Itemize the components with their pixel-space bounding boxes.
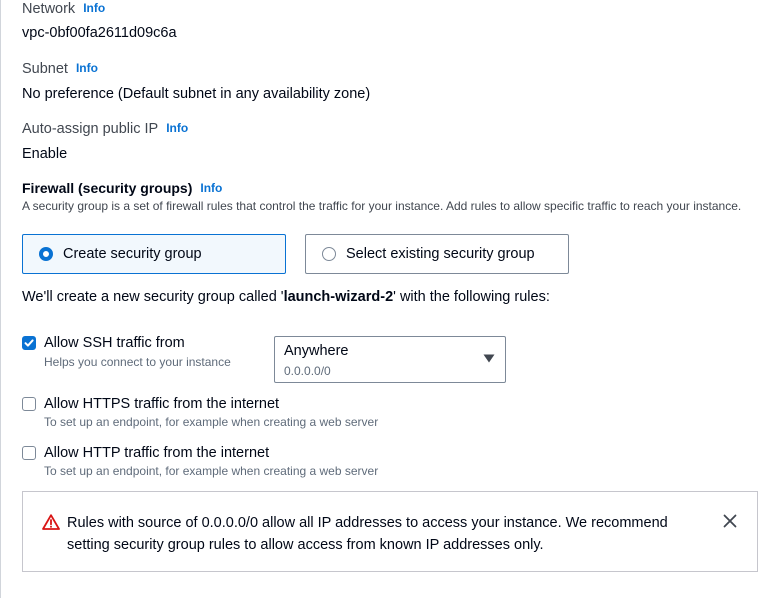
create-security-group-label: Create security group: [63, 246, 202, 262]
https-rule-label: Allow HTTPS traffic from the internet: [44, 396, 280, 412]
select-existing-security-group-option[interactable]: Select existing security group: [305, 234, 569, 274]
http-rule-description: To set up an endpoint, for example when …: [44, 464, 379, 478]
firewall-header: Firewall (security groups) Info: [22, 180, 222, 198]
http-checkbox[interactable]: [22, 446, 36, 460]
https-checkbox[interactable]: [22, 397, 36, 411]
instance-network-settings: Network Info vpc-0bf00fa2611d09c6a Subnet…: [0, 0, 773, 598]
http-rule-label: Allow HTTP traffic from the internet: [44, 445, 270, 461]
select-existing-security-group-label: Select existing security group: [346, 246, 535, 262]
https-rule-description: To set up an endpoint, for example when …: [44, 415, 379, 429]
ssh-rule-description: Helps you connect to your instance: [44, 355, 231, 369]
network-field-header: Network Info: [22, 0, 105, 18]
firewall-description: A security group is a set of firewall ru…: [22, 199, 742, 213]
firewall-heading: Firewall (security groups): [22, 180, 193, 196]
ssh-source-select[interactable]: Anywhere 0.0.0.0/0: [274, 336, 506, 383]
network-info-link[interactable]: Info: [83, 1, 105, 15]
security-group-rules-intro: We'll create a new security group called…: [22, 289, 550, 305]
public-ip-info-link[interactable]: Info: [166, 121, 188, 135]
ssh-source-cidr: 0.0.0.0/0: [284, 364, 331, 378]
checkmark-icon: [24, 339, 34, 347]
rules-intro-prefix: We'll create a new security group called…: [22, 289, 284, 305]
ssh-source-value: Anywhere: [284, 343, 349, 359]
network-value: vpc-0bf00fa2611d09c6a: [22, 25, 177, 41]
radio-selected-icon: [39, 247, 53, 261]
subnet-field-header: Subnet Info: [22, 60, 98, 78]
ssh-checkbox[interactable]: [22, 336, 36, 350]
network-label: Network: [22, 1, 76, 17]
rules-intro-suffix: ' with the following rules:: [393, 289, 550, 305]
public-ip-label: Auto-assign public IP: [22, 121, 159, 137]
public-ip-value: Enable: [22, 146, 68, 162]
close-icon[interactable]: [723, 514, 737, 528]
ssh-rule-label: Allow SSH traffic from: [44, 335, 185, 351]
radio-unselected-icon: [322, 247, 336, 261]
public-ip-field-header: Auto-assign public IP Info: [22, 120, 188, 138]
subnet-info-link[interactable]: Info: [76, 61, 98, 75]
open-ip-warning-alert: Rules with source of 0.0.0.0/0 allow all…: [22, 491, 758, 572]
security-group-name: launch-wizard-2: [283, 289, 394, 305]
warning-icon: [42, 514, 60, 530]
subnet-label: Subnet: [22, 61, 68, 77]
caret-down-icon: [483, 354, 495, 363]
firewall-info-link[interactable]: Info: [200, 181, 222, 195]
warning-alert-text: Rules with source of 0.0.0.0/0 allow all…: [67, 515, 668, 553]
create-security-group-option[interactable]: Create security group: [22, 234, 286, 274]
subnet-value: No preference (Default subnet in any ava…: [22, 86, 371, 102]
